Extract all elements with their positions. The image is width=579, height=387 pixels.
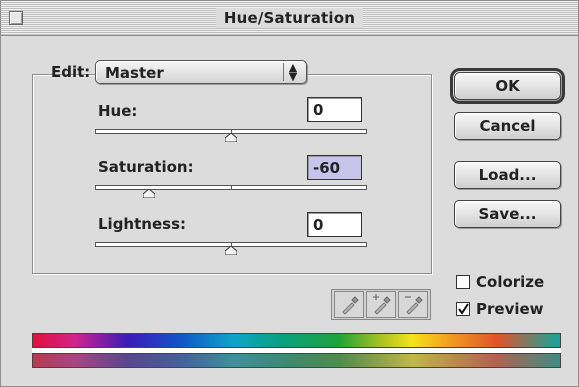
title-bar[interactable]: Hue/Saturation — [1, 1, 578, 36]
colorize-checkbox[interactable] — [456, 275, 470, 289]
window-title: Hue/Saturation — [1, 8, 578, 28]
preview-checkbox[interactable] — [456, 302, 470, 316]
hue-label: Hue: — [98, 102, 138, 120]
lightness-label: Lightness: — [98, 215, 186, 233]
saturation-label: Saturation: — [98, 158, 194, 176]
lightness-input[interactable]: 0 — [307, 212, 362, 237]
saturation-center-tick — [231, 186, 232, 189]
saturation-slider-track[interactable] — [95, 185, 367, 190]
hue-saturation-dialog: Hue/Saturation Edit: Master ▲ ▼ Hue: 0 Sa… — [0, 0, 579, 387]
edit-selected-value: Master — [105, 64, 164, 82]
saturation-input[interactable]: -60 — [307, 155, 362, 180]
saturation-slider-thumb-icon[interactable] — [143, 189, 155, 198]
checkmark-icon — [458, 303, 469, 315]
edit-popup-menu[interactable]: Master ▲ ▼ — [95, 60, 307, 84]
window-title-text: Hue/Saturation — [215, 8, 364, 28]
output-hue-spectrum-bar — [32, 353, 561, 368]
input-hue-spectrum-bar — [32, 333, 561, 348]
eyedropper-tool-group — [331, 289, 431, 320]
preview-label[interactable]: Preview — [476, 300, 544, 318]
eyedropper-plus-icon[interactable] — [366, 291, 396, 318]
eyedropper-minus-icon[interactable] — [398, 291, 428, 318]
edit-label: Edit: — [51, 63, 91, 81]
cancel-button[interactable]: Cancel — [454, 112, 561, 140]
lightness-slider-thumb-icon[interactable] — [225, 246, 237, 255]
colorize-label[interactable]: Colorize — [476, 273, 544, 291]
save-button[interactable]: Save... — [454, 200, 561, 228]
chevron-up-down-icon: ▲ ▼ — [283, 62, 302, 82]
eyedropper-icon[interactable] — [334, 291, 364, 318]
ok-button[interactable]: OK — [450, 68, 565, 104]
hue-slider-thumb-icon[interactable] — [225, 133, 237, 142]
load-button[interactable]: Load... — [454, 161, 561, 189]
hue-input[interactable]: 0 — [307, 97, 362, 122]
